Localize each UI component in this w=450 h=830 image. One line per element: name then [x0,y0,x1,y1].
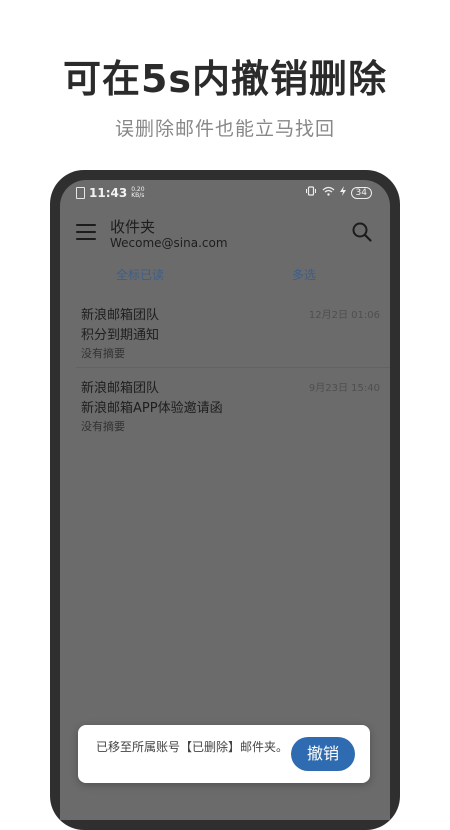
mail-sender: 新浪邮箱团队 [81,308,160,323]
search-icon[interactable] [350,220,374,244]
sim-icon [76,187,85,199]
promo-subheadline: 误删除邮件也能立马找回 [114,118,335,140]
charging-icon [339,186,346,199]
mail-summary: 没有摘要 [81,420,125,433]
mail-summary: 没有摘要 [81,347,125,360]
account-email: Wecome@sina.com [110,236,228,250]
vibrate-icon [305,186,317,199]
list-divider [76,367,390,368]
list-actions: 全标已读 多选 [60,266,390,286]
mail-list-item[interactable]: 新浪邮箱团队 新浪邮箱APP体验邀请函 没有摘要 9月23日 15:40 [60,377,390,443]
mail-subject: 新浪邮箱APP体验邀请函 [81,401,223,416]
battery-indicator: 34 [350,186,372,199]
mail-time: 9月23日 15:40 [308,383,380,394]
hamburger-menu-icon[interactable] [76,224,96,240]
multi-select-button[interactable]: 多选 [292,266,316,283]
inbox-title: 收件夹 [110,218,156,236]
toast-message: 已移至所属账号【已删除】邮件夹。 [96,740,289,754]
app-header: 收件夹 Wecome@sina.com [60,210,390,258]
mail-sender: 新浪邮箱团队 [81,381,160,396]
status-time: 11:43 [89,186,128,200]
network-speed-unit: KB/s [131,192,145,199]
mark-all-read-button[interactable]: 全标已读 [116,266,164,283]
undo-button[interactable]: 撤销 [291,737,355,771]
network-speed: 0.20 KB/s [131,187,144,199]
status-bar: 11:43 0.20 KB/s 34 [60,180,390,206]
wifi-icon [322,186,335,199]
mail-list-item[interactable]: 新浪邮箱团队 积分到期通知 没有摘要 12月2日 01:06 [60,304,390,370]
mail-subject: 积分到期通知 [81,328,160,343]
mail-time: 12月2日 01:06 [308,310,380,321]
undo-toast: 已移至所属账号【已删除】邮件夹。 撤销 [78,725,370,783]
phone-screen: 11:43 0.20 KB/s 34 收件夹 Wecome@sina.com 全… [60,180,390,820]
promo-headline: 可在5s内撤销删除 [62,57,388,101]
